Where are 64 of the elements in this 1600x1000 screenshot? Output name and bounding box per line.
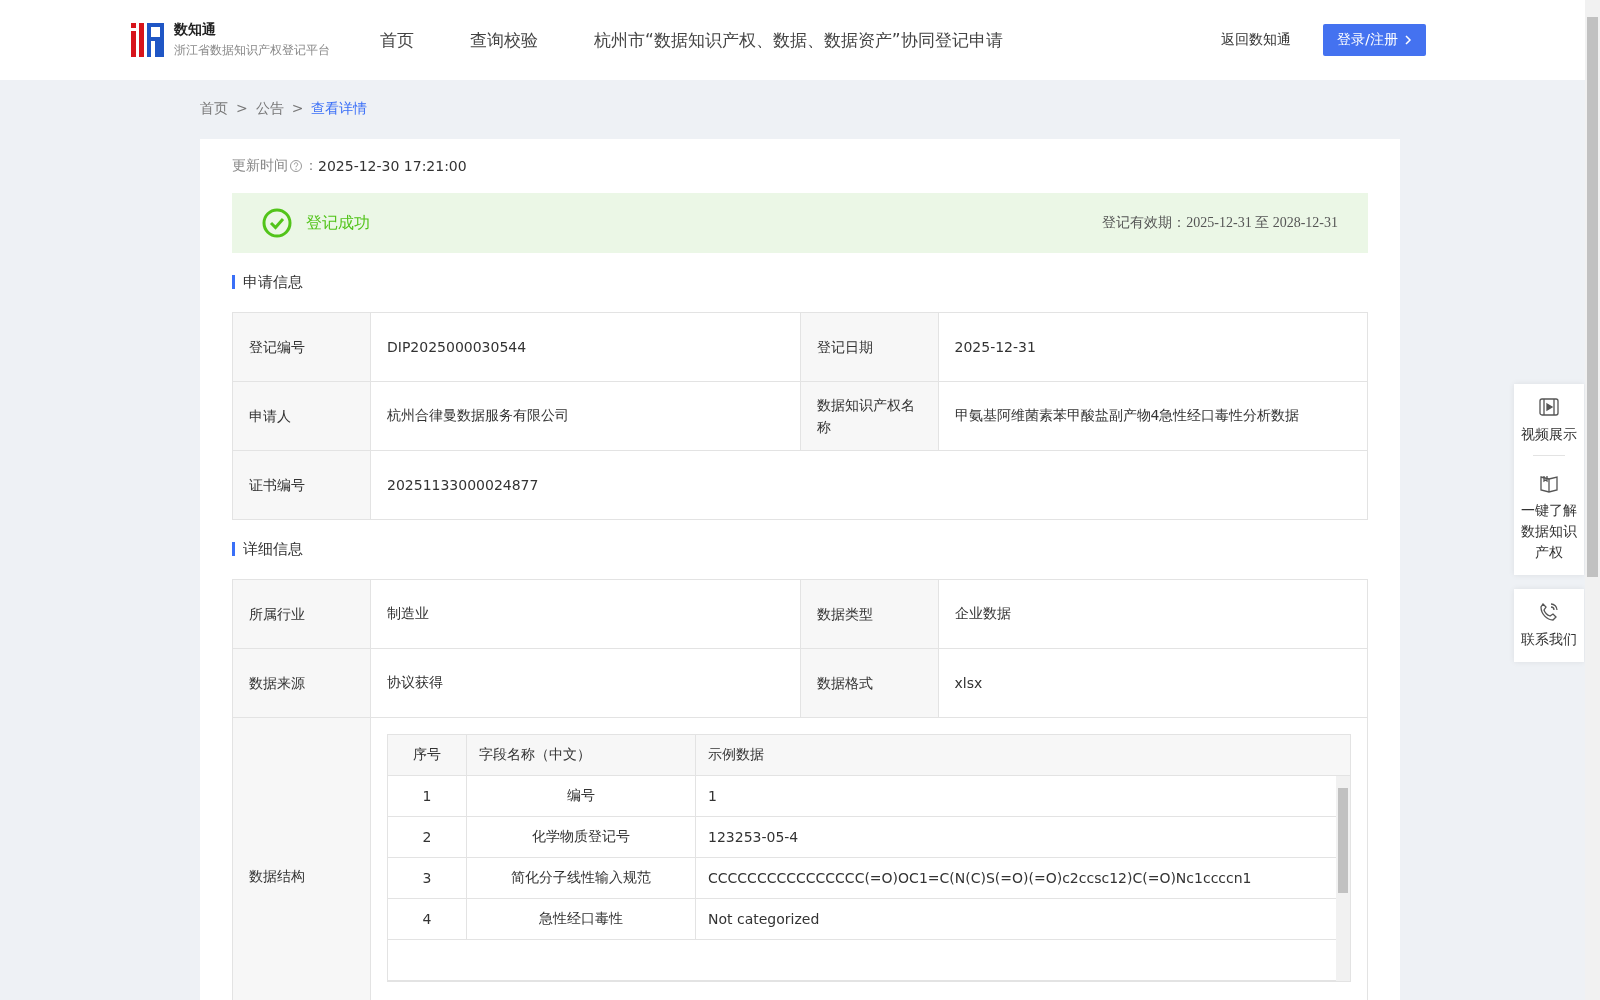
logo-title: 数知通	[174, 21, 217, 39]
table-cell-text: CCCCCCCCCCCCCCCC(=O)OC1=C(N(C)S(=O)(=O)c2ccsc12)C(=O)Nc1ccccn1	[707, 869, 1253, 888]
field-value: 20251133000024877	[371, 451, 1368, 520]
nav-link[interactable]: 首页	[380, 28, 414, 52]
field-label: 所属行业	[233, 580, 371, 649]
film-icon	[1538, 396, 1560, 418]
table-cell: 化学物质登记号	[467, 817, 696, 857]
table-cell: 2	[388, 817, 467, 857]
side-link[interactable]: 一键了解数据知识产权	[1521, 470, 1577, 565]
field-value: DIP2025000030544	[371, 313, 801, 382]
table-cell: 编号	[467, 776, 696, 816]
field-value: 2025-12-31	[938, 313, 1368, 382]
help-icon	[289, 159, 303, 173]
table-cell-text: 123253-05-4	[707, 828, 800, 847]
breadcrumb-link[interactable]: 查看详情	[311, 100, 368, 118]
breadcrumb-separator: >	[291, 100, 304, 118]
scrollbar[interactable]	[1336, 776, 1350, 981]
field-label: 申请人	[233, 382, 371, 451]
update-label: 更新时间	[232, 157, 288, 175]
table-cell-text: 1	[707, 787, 718, 806]
table-cell: 简化分子线性输入规范	[467, 858, 696, 898]
back-link[interactable]: 返回数知通	[1221, 31, 1292, 49]
table-cell: 1	[388, 776, 467, 816]
field-label: 证书编号	[233, 451, 371, 520]
field-value: xlsx	[938, 649, 1368, 718]
field-label: 数据结构	[233, 718, 371, 1000]
table-cell: 4	[388, 899, 467, 939]
field-value: 企业数据	[938, 580, 1368, 649]
side-link[interactable]: 视频展示	[1521, 394, 1577, 447]
nav-link[interactable]: 查询校验	[470, 28, 538, 52]
column-header: 字段名称（中文）	[467, 735, 696, 775]
logo-icon	[130, 21, 166, 59]
field-label: 数据知识产权名称	[800, 382, 939, 451]
login-button[interactable]: 登录/注册	[1323, 24, 1426, 56]
logo-subtitle: 浙江省数据知识产权登记平台	[174, 42, 330, 59]
validity-text: 登记有效期：2025-12-31 至 2028-12-31	[1102, 214, 1338, 232]
update-colon: ：	[304, 157, 318, 175]
field-value: 甲氨基阿维菌素苯甲酸盐副产物4急性经口毒性分析数据	[938, 382, 1368, 451]
field-label: 数据类型	[800, 580, 939, 649]
field-label: 数据来源	[233, 649, 371, 718]
field-value: 杭州合律曼数据服务有限公司	[371, 382, 801, 451]
breadcrumb-link[interactable]: 首页	[200, 100, 228, 118]
field-value: 制造业	[371, 580, 801, 649]
column-header: 示例数据	[707, 745, 765, 764]
status-text: 登记成功	[306, 212, 371, 234]
side-link[interactable]: 联系我们	[1521, 599, 1577, 652]
field-label: 数据格式	[800, 649, 939, 718]
table-cell: 3	[388, 858, 467, 898]
nav-link[interactable]: 杭州市“数据知识产权、数据、数据资产”协同登记申请	[594, 28, 1003, 52]
field-value: 协议获得	[371, 649, 801, 718]
phone-icon	[1538, 601, 1560, 623]
section-title: 详细信息	[232, 542, 1368, 556]
breadcrumb-separator: >	[236, 100, 248, 118]
page-scrollbar[interactable]	[1585, 0, 1600, 1000]
field-label: 登记日期	[800, 313, 939, 382]
check-circle-icon	[262, 208, 292, 238]
table-cell: 急性经口毒性	[467, 899, 696, 939]
section-title: 申请信息	[232, 275, 1368, 289]
breadcrumb-link[interactable]: 公告	[255, 100, 284, 118]
field-label: 登记编号	[233, 313, 371, 382]
update-time: 2025-12-30 17:21:00	[318, 158, 467, 174]
chevron-right-icon	[1404, 34, 1412, 46]
table-cell-text: Not categorized	[707, 910, 821, 929]
column-header: 序号	[388, 735, 467, 775]
